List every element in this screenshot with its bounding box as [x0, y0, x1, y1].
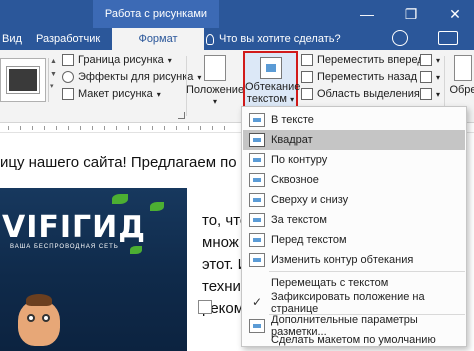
inserted-picture[interactable]: VIFIГИД ВАША БЕСПРОВОДНАЯ СЕТЬ [0, 188, 187, 351]
bring-forward-label: Переместить вперед [317, 54, 424, 66]
leaf-decoration [130, 246, 142, 254]
logo-subtitle: ВАША БЕСПРОВОДНАЯ СЕТЬ [10, 244, 119, 250]
top-bottom-wrap-icon [249, 193, 265, 207]
selection-pane-label: Область выделения [317, 88, 420, 100]
group-icon [420, 71, 432, 83]
leaf-decoration [150, 202, 164, 211]
send-backward-icon [301, 71, 313, 83]
layout-options-icon[interactable] [198, 300, 212, 314]
through-wrap-icon [249, 173, 265, 187]
share-icon[interactable] [438, 31, 458, 45]
bring-forward-button[interactable]: Переместить вперед ▾ [301, 54, 432, 66]
wrap-text-icon [260, 57, 282, 79]
menu-item-top-bottom[interactable]: Сверху и снизу [243, 190, 465, 210]
tab-format[interactable]: Формат [112, 28, 204, 50]
send-backward-button[interactable]: Переместить назад ▾ [301, 71, 425, 83]
rotate-button[interactable]: ▾ [420, 88, 440, 100]
menu-item-through[interactable]: Сквозное [243, 170, 465, 190]
restore-button[interactable]: ❐ [390, 0, 432, 28]
crop-button[interactable]: Обре [448, 55, 474, 96]
position-label: Положение [185, 84, 245, 96]
menu-item-in-front-text[interactable]: Перед текстом [243, 230, 465, 250]
picture-layout-label: Макет рисунка [78, 88, 153, 100]
more-layout-icon [249, 319, 265, 333]
menu-item-fix-position[interactable]: ✓ Зафиксировать положение на странице [243, 291, 465, 315]
menu-item-behind-text[interactable]: За текстом [243, 210, 465, 230]
user-icon[interactable] [392, 30, 408, 46]
tell-me-box[interactable]: Что вы хотите сделать? [206, 28, 341, 50]
bring-forward-icon [301, 54, 313, 66]
pen-icon [62, 54, 74, 66]
tab-view[interactable]: Вид [0, 28, 28, 50]
selection-pane-icon [301, 88, 313, 100]
picture-layout-button[interactable]: Макет рисунка ▾ [62, 88, 161, 100]
picture-effects-button[interactable]: Эффекты для рисунка ▾ [62, 71, 201, 83]
minimize-button[interactable]: — [346, 0, 388, 28]
title-bar: Работа с рисунками — ❐ ✕ [0, 0, 474, 28]
mascot-character [18, 294, 60, 346]
picture-style-thumbnail[interactable] [0, 58, 46, 102]
menu-item-more-layout-options[interactable]: Дополнительные параметры разметки... [243, 314, 465, 338]
picture-border-label: Граница рисунка [78, 54, 164, 66]
doc-line-1: ицу нашего сайта! Предлагаем по [0, 154, 237, 171]
square-wrap-icon [249, 133, 265, 147]
menu-item-edit-wrap-points[interactable]: Изменить контур обтекания [243, 250, 465, 270]
layout-icon [62, 88, 74, 100]
checkmark-icon: ✓ [252, 295, 263, 309]
rotate-icon [420, 88, 432, 100]
group-button[interactable]: ▾ [420, 71, 440, 83]
wrap-text-label: Обтекание текстом ▾ [245, 81, 301, 105]
styles-dialog-launcher[interactable] [178, 112, 185, 119]
wrap-text-button[interactable]: Обтекание текстом ▾ [243, 51, 301, 108]
position-icon [204, 55, 226, 81]
styles-scroll[interactable]: ▲ ▼ ▾ [48, 58, 57, 102]
behind-text-icon [249, 213, 265, 227]
close-button[interactable]: ✕ [434, 0, 474, 28]
tell-me-text: Что вы хотите сделать? [219, 33, 341, 45]
effects-icon [62, 71, 74, 83]
tight-wrap-icon [249, 153, 265, 167]
tab-developer[interactable]: Разработчик [30, 28, 106, 50]
leaf-decoration [112, 194, 128, 204]
lightbulb-icon [206, 33, 214, 45]
edit-wrap-points-icon [249, 253, 265, 267]
menu-item-inline[interactable]: В тексте [243, 110, 465, 130]
in-front-text-icon [249, 233, 265, 247]
crop-icon [454, 55, 472, 81]
menu-item-square[interactable]: Квадрат [243, 130, 465, 150]
menu-separator [269, 271, 465, 272]
menu-item-move-with-text[interactable]: Перемещать с текстом [243, 273, 465, 293]
selection-pane-button[interactable]: Область выделения [301, 88, 420, 100]
menu-item-tight[interactable]: По контуру [243, 150, 465, 170]
picture-tools-group-label: Работа с рисунками [93, 0, 219, 28]
doc-side-line-2: множ [202, 234, 239, 251]
doc-side-line-4: техни [202, 278, 241, 295]
position-button[interactable]: Положение ▾ [186, 55, 244, 108]
inline-wrap-icon [249, 113, 265, 127]
wrap-text-menu: В тексте Квадрат По контуру Сквозное Све… [241, 106, 467, 347]
align-button[interactable]: ▾ [420, 54, 440, 66]
picture-border-button[interactable]: Граница рисунка ▾ [62, 54, 172, 66]
crop-label: Обре [449, 84, 474, 96]
send-backward-label: Переместить назад [317, 71, 418, 83]
wifi-guide-logo-text: VIFIГИД [2, 210, 146, 245]
picture-effects-label: Эффекты для рисунка [78, 71, 194, 83]
align-icon [420, 54, 432, 66]
menu-item-set-default-layout[interactable]: Сделать макетом по умолчанию [243, 334, 465, 347]
